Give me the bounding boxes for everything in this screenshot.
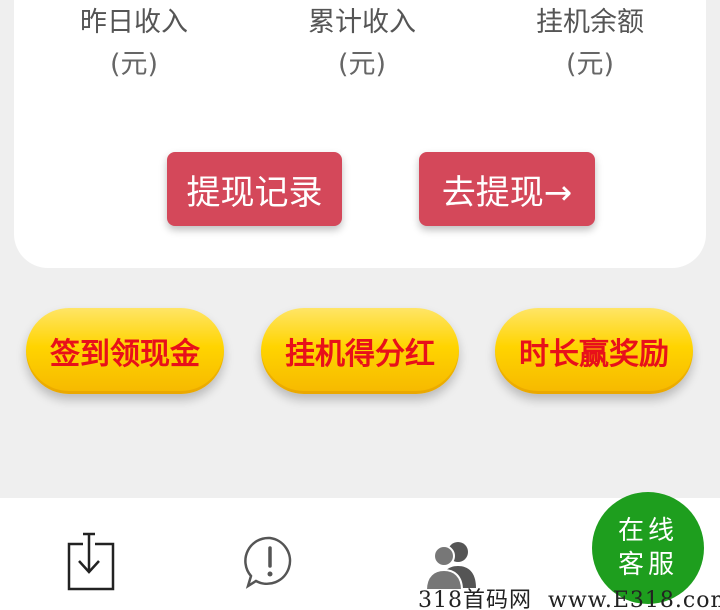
stat-unit: (元) bbox=[337, 49, 387, 80]
chat-bubble-alert-icon[interactable] bbox=[242, 534, 298, 594]
service-line2: 客服 bbox=[617, 550, 678, 580]
earnings-card: 昨日收入 (元) 累计收入 (元) 挂机余额 (元) 提现记录 去提现→ bbox=[14, 0, 706, 268]
withdraw-records-button[interactable]: 提现记录 bbox=[167, 152, 342, 226]
checkin-cash-button[interactable]: 签到领现金 bbox=[26, 308, 224, 394]
stat-label: 挂机余额 bbox=[536, 7, 644, 38]
watermark-site-url: www.E318.com bbox=[548, 588, 720, 610]
watermark-site-name: 318首码网 bbox=[418, 588, 532, 610]
stat-unit: (元) bbox=[565, 49, 615, 80]
duration-reward-button[interactable]: 时长赢奖励 bbox=[495, 308, 693, 394]
stat-label: 累计收入 bbox=[308, 7, 416, 38]
service-line1: 在线 bbox=[617, 516, 678, 546]
download-icon[interactable] bbox=[66, 530, 116, 596]
hangup-dividend-button[interactable]: 挂机得分红 bbox=[261, 308, 459, 394]
stat-total-income: 累计收入 (元) bbox=[242, 2, 482, 86]
stat-label: 昨日收入 bbox=[80, 7, 188, 38]
stat-yesterday-income: 昨日收入 (元) bbox=[14, 2, 254, 86]
go-withdraw-button[interactable]: 去提现→ bbox=[419, 152, 595, 226]
stat-hangup-balance: 挂机余额 (元) bbox=[470, 2, 710, 86]
stat-unit: (元) bbox=[109, 49, 159, 80]
site-watermark: 318首码网 www.E318.com bbox=[418, 582, 720, 610]
